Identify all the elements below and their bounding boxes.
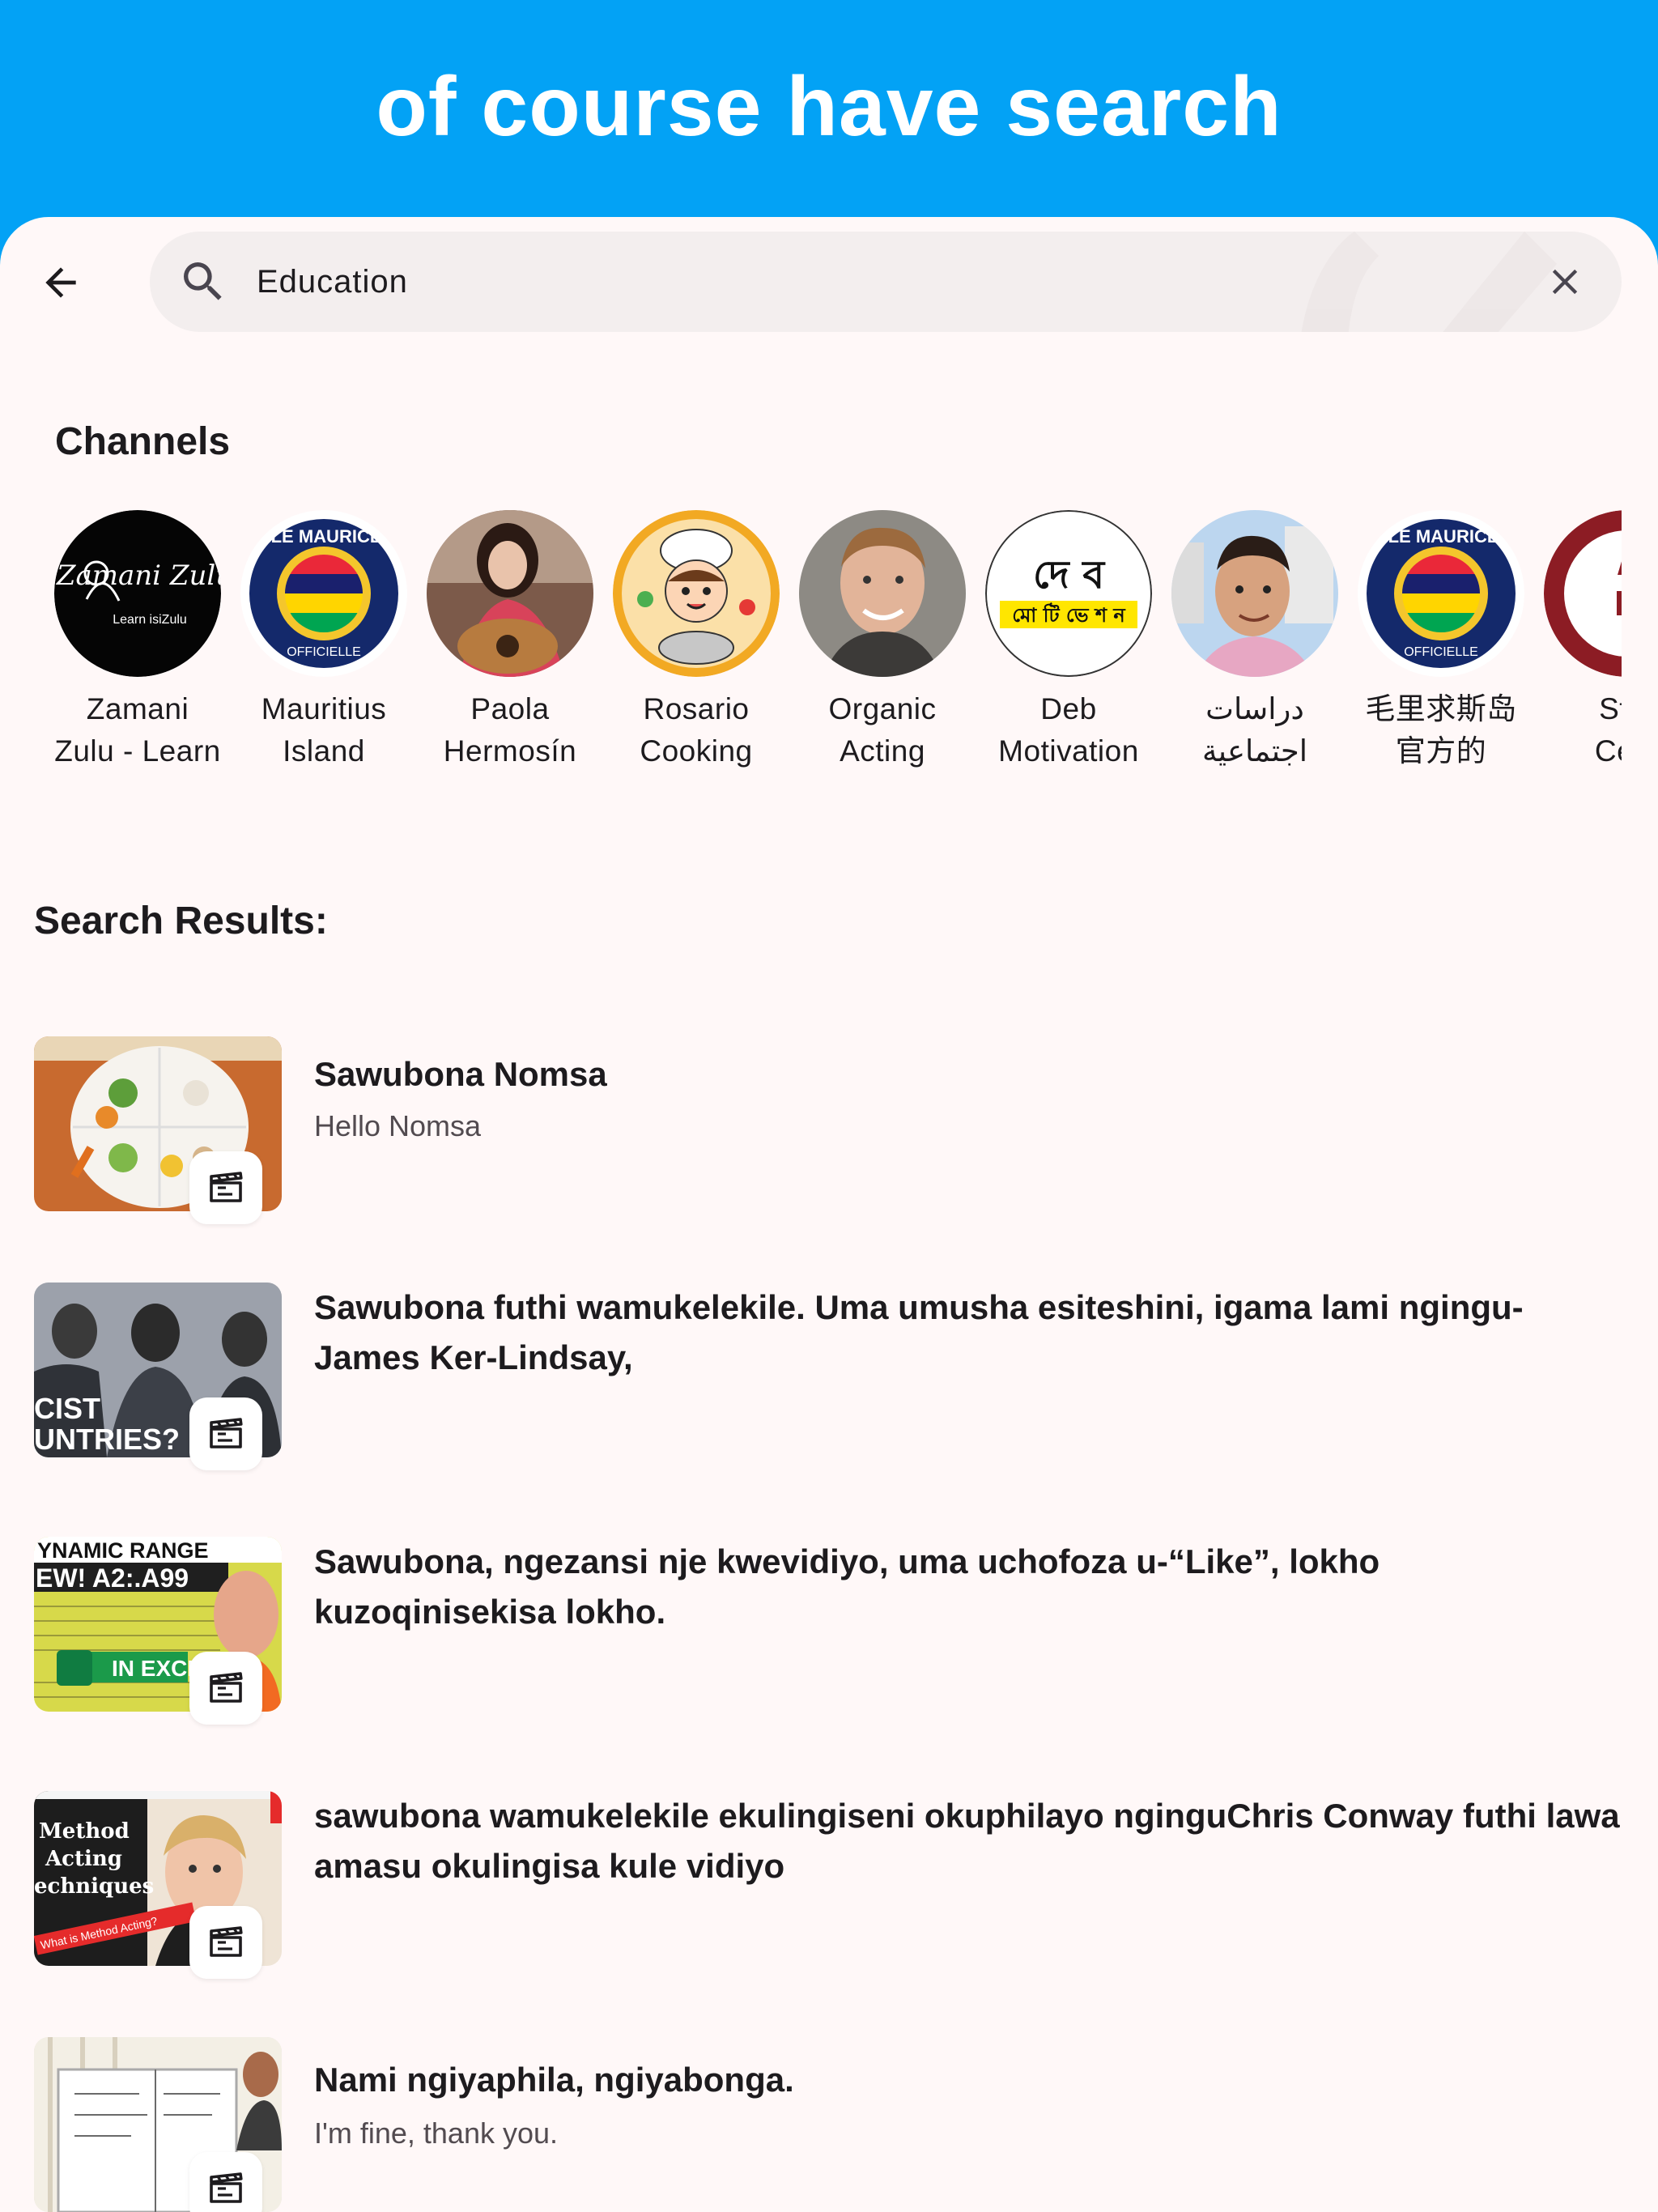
avatar-logo-subtext: OFFICIELLE: [287, 645, 361, 659]
avatar-logo-text: ILE MAURICE: [1384, 526, 1499, 547]
avatar-logo-text: ILE MAURICE: [266, 526, 382, 547]
result-subtitle: Hello Nomsa: [314, 1109, 482, 1142]
arrow-back-icon: [45, 267, 76, 298]
thumbnail-text: Acting: [45, 1847, 122, 1871]
channel-avatar: [427, 510, 593, 677]
clapperboard-icon: [210, 1672, 243, 1703]
search-result-item[interactable]: Sawubona Nomsa Hello Nomsa: [34, 1036, 1621, 1231]
close-icon: [1552, 269, 1578, 295]
search-input[interactable]: [257, 251, 1471, 313]
search-bar[interactable]: [150, 232, 1622, 332]
clapperboard-icon: [210, 2172, 243, 2203]
thumbnail-text: Method: [39, 1819, 130, 1844]
video-clip-badge: [189, 1397, 262, 1470]
thumbnail-text: YNAMIC RANGE: [37, 1538, 209, 1563]
search-icon: [184, 262, 222, 300]
search-result-item[interactable]: YNAMIC RANGE EW! A2:.A99 IN EXCE Sawubon…: [34, 1537, 1621, 1731]
video-clip-badge: [189, 1906, 262, 1979]
channel-name: Zamani Zulu - Learn: [54, 692, 221, 768]
channel-name: Mauritius Island: [261, 692, 387, 768]
clapperboard-icon: [210, 1172, 243, 1202]
search-result-item[interactable]: Nami ngiyaphila, ngiyabonga. I'm fine, t…: [34, 2037, 1621, 2212]
channels-heading: Channels: [55, 420, 231, 463]
result-title: sawubona wamukelekile ekulingiseni okuph…: [314, 1797, 1620, 1885]
result-title: Sawubona Nomsa: [314, 1055, 607, 1093]
channel-name: Deb Motivation: [998, 692, 1139, 768]
result-subtitle: I'm fine, thank you.: [314, 2116, 559, 2150]
channel-zamani-zulu[interactable]: Zamani Zulu Learn isiZulu Zamani Zulu - …: [45, 510, 231, 772]
banner-title: of course have search: [376, 59, 1282, 154]
channel-deb-motivation[interactable]: দে ব মো টি ভে শ ন Deb Motivation: [976, 510, 1162, 772]
clapperboard-icon: [210, 1418, 243, 1448]
thumbnail-text: EW! A2:.A99: [36, 1563, 189, 1593]
video-clip-badge: [189, 2152, 262, 2212]
channel-paola-hermosin[interactable]: Paola Hermosín: [417, 510, 603, 772]
search-result-item[interactable]: Method Acting echniques What is Method A…: [34, 1791, 1621, 1985]
thumbnail-text: UNTRIES?: [34, 1423, 180, 1456]
result-title: Sawubona futhi wamukelekile. Uma umusha …: [314, 1288, 1524, 1376]
channel-avatar: ILE MAURICE OFFICIELLE: [1358, 510, 1524, 677]
result-title: Sawubona, ngezansi nje kwevidiyo, uma uc…: [314, 1542, 1380, 1631]
channel-name: Star Cent: [1594, 692, 1622, 768]
avatar-logo-subtext: Learn isiZulu: [113, 613, 187, 627]
thumbnail-text: CIST: [34, 1392, 100, 1425]
channel-social-studies[interactable]: دراسات اجتماعية: [1162, 510, 1348, 772]
channel-avatar: ILE MAURICE OFFICIELLE: [240, 510, 407, 677]
channel-avatar: Zamani Zulu Learn isiZulu: [54, 510, 221, 677]
channel-avatar: [1171, 510, 1338, 677]
avatar-logo-subtext: মো টি ভে শ ন: [1012, 602, 1126, 627]
thumbnail-text: echniques: [34, 1874, 154, 1899]
channel-avatar: [1544, 510, 1622, 677]
channel-name: Organic Acting: [828, 692, 937, 768]
result-title: Nami ngiyaphila, ngiyabonga.: [314, 2061, 794, 2099]
channel-mauritius-island-zh[interactable]: ILE MAURICE OFFICIELLE 毛里求斯岛 官方的: [1348, 510, 1534, 772]
avatar-logo-text: দে ব: [1033, 552, 1106, 598]
clapperboard-icon: [210, 1926, 243, 1957]
video-clip-badge: [189, 1151, 262, 1224]
channel-rosario-cooking[interactable]: Rosario Cooking: [603, 510, 789, 772]
channel-organic-acting[interactable]: Organic Acting: [789, 510, 976, 772]
channel-star-cent[interactable]: Star Cent: [1534, 510, 1622, 772]
channel-avatar: [613, 510, 780, 677]
avatar-logo-subtext: OFFICIELLE: [1404, 645, 1478, 659]
search-results-heading: Search Results:: [34, 900, 328, 942]
promo-banner: of course have search: [0, 0, 1658, 219]
channel-avatar: [799, 510, 966, 677]
app-screen: Channels Zamani Zulu Learn isiZulu Zaman…: [0, 217, 1658, 2212]
channel-avatar: দে ব মো টি ভে শ ন: [985, 510, 1152, 677]
channel-mauritius-island[interactable]: ILE MAURICE OFFICIELLE Mauritius Island: [231, 510, 417, 772]
clear-search-button[interactable]: [1539, 256, 1591, 308]
channel-name: Rosario Cooking: [640, 692, 753, 768]
channel-name: Paola Hermosín: [443, 692, 577, 768]
back-button[interactable]: [24, 246, 97, 319]
channels-list[interactable]: Zamani Zulu Learn isiZulu Zamani Zulu - …: [0, 510, 1622, 785]
channel-name: 毛里求斯岛 官方的: [1365, 692, 1517, 768]
video-clip-badge: [189, 1652, 262, 1725]
avatar-logo-text: Zamani Zulu: [56, 559, 221, 592]
search-result-item[interactable]: CIST UNTRIES? Sawubona futhi wamukelekil…: [34, 1283, 1621, 1477]
channel-name: دراسات اجتماعية: [1201, 692, 1308, 768]
